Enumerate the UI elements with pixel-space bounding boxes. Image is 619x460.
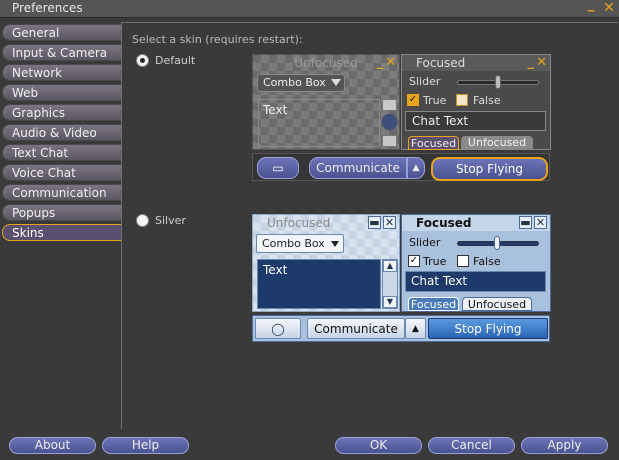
scroll-down-icon: [382, 135, 397, 147]
chevron-up-icon: ▲: [405, 318, 426, 339]
chat-text-field: Chat Text: [405, 111, 546, 131]
close-icon: ✕: [536, 55, 547, 70]
minimize-icon: _: [376, 55, 384, 70]
minimize-icon: ▬: [519, 216, 532, 229]
checkbox-false: [457, 255, 469, 267]
ok-button[interactable]: OK: [335, 437, 422, 454]
sidebar-tabs: General Input & Camera Network Web Graph…: [2, 24, 122, 244]
default-toolbar-preview: ▭ Communicate ▲ Stop Flying: [252, 153, 550, 181]
window-title: Preferences: [12, 1, 83, 15]
text-area-label: Text: [263, 103, 288, 117]
minimize-icon: _: [527, 55, 535, 70]
sidebar-item-network[interactable]: Network: [2, 64, 122, 81]
checkbox-true: ✓: [408, 255, 420, 267]
apply-button[interactable]: Apply: [521, 437, 608, 454]
radio-silver-skin[interactable]: Silver: [136, 214, 186, 227]
radio-dot-unselected: [136, 214, 149, 227]
help-button[interactable]: Help: [102, 437, 189, 454]
radio-label-silver: Silver: [155, 214, 186, 227]
title-bar: Preferences _ ✕: [0, 0, 619, 18]
checkbox-false-label: False: [473, 255, 501, 268]
text-area-label: Text: [263, 263, 288, 277]
sidebar-item-graphics[interactable]: Graphics: [2, 104, 122, 121]
checkbox-true: ✓: [407, 94, 419, 106]
minimize-icon: ▬: [368, 216, 381, 229]
sidebar-item-communication[interactable]: Communication: [2, 184, 122, 201]
communicate-preview-button: Communicate: [307, 318, 405, 339]
slider-knob: [495, 75, 501, 89]
sidebar-item-general[interactable]: General: [2, 24, 122, 41]
chat-bubble-icon: ▭: [257, 157, 299, 179]
chat-bubble-icon: ◯: [255, 318, 301, 339]
mini-tab-focused: Focused: [408, 136, 459, 150]
default-unfocused-preview: Unfocused _ ✕ Combo Box Text: [252, 54, 400, 150]
preview-text-area: Text: [257, 259, 381, 309]
silver-focused-preview: Focused ▬ ✕ Slider ✓ True False Chat Tex…: [401, 214, 551, 312]
close-icon: ✕: [383, 216, 396, 229]
radio-default-skin[interactable]: Default: [136, 54, 195, 67]
default-focused-preview: Focused _ ✕ Slider ✓ True False Chat Tex…: [401, 54, 551, 150]
minimize-button[interactable]: _: [584, 0, 598, 11]
mini-tab-unfocused: Unfocused: [462, 297, 532, 311]
sidebar-item-input-camera[interactable]: Input & Camera: [2, 44, 122, 61]
sidebar-item-voice-chat[interactable]: Voice Chat: [2, 164, 122, 181]
scroll-down-icon: ▼: [383, 296, 397, 308]
silver-unfocused-preview: Unfocused ▬ ✕ Combo Box Text ▲ ▼: [252, 214, 400, 312]
scroll-up-icon: ▲: [383, 260, 397, 272]
stop-flying-preview-button: Stop Flying: [428, 318, 548, 339]
radio-dot-selected: [136, 54, 149, 67]
close-button[interactable]: ✕: [602, 1, 616, 15]
close-icon: ✕: [385, 55, 396, 70]
communicate-preview-button: Communicate: [309, 157, 407, 179]
checkbox-true-label: True: [423, 255, 447, 268]
preview-combo-box: Combo Box: [257, 74, 345, 92]
preview-scrollbar: [381, 99, 398, 147]
scroll-thumb: [382, 114, 397, 130]
checkbox-true-label: True: [423, 94, 447, 107]
chevron-down-icon: [331, 79, 341, 86]
sidebar-item-audio-video[interactable]: Audio & Video: [2, 124, 122, 141]
sidebar-item-popups[interactable]: Popups: [2, 204, 122, 221]
preview-combo-box: Combo Box: [256, 234, 344, 253]
mini-tab-unfocused: Unfocused: [461, 136, 533, 150]
slider-knob: [494, 236, 500, 250]
slider-label: Slider: [409, 236, 441, 249]
cancel-button[interactable]: Cancel: [428, 437, 515, 454]
scroll-up-icon: [382, 99, 397, 111]
combo-label: Combo Box: [263, 76, 326, 89]
silver-toolbar-preview: ◯ Communicate ▲ Stop Flying: [252, 315, 550, 342]
chevron-up-icon: ▲: [407, 157, 425, 179]
sidebar-item-skins[interactable]: Skins: [2, 224, 122, 241]
preview-scrollbar: ▲ ▼: [382, 259, 398, 309]
checkbox-false: [456, 94, 468, 106]
sidebar-item-web[interactable]: Web: [2, 84, 122, 101]
chat-text-field: Chat Text: [405, 271, 546, 292]
checkbox-false-label: False: [473, 94, 501, 107]
slider-label: Slider: [409, 75, 441, 88]
skins-panel: Select a skin (requires restart): Defaul…: [121, 22, 618, 429]
about-button[interactable]: About: [9, 437, 96, 454]
close-icon: ✕: [534, 216, 547, 229]
sidebar-item-text-chat[interactable]: Text Chat: [2, 144, 122, 161]
stop-flying-preview-button: Stop Flying: [431, 157, 548, 181]
skin-hint: Select a skin (requires restart):: [132, 33, 303, 46]
mini-tab-focused: Focused: [408, 297, 459, 311]
combo-label: Combo Box: [262, 237, 325, 250]
preview-text-area: Text: [258, 99, 380, 147]
chevron-down-icon: [331, 241, 339, 247]
radio-label-default: Default: [155, 54, 196, 67]
